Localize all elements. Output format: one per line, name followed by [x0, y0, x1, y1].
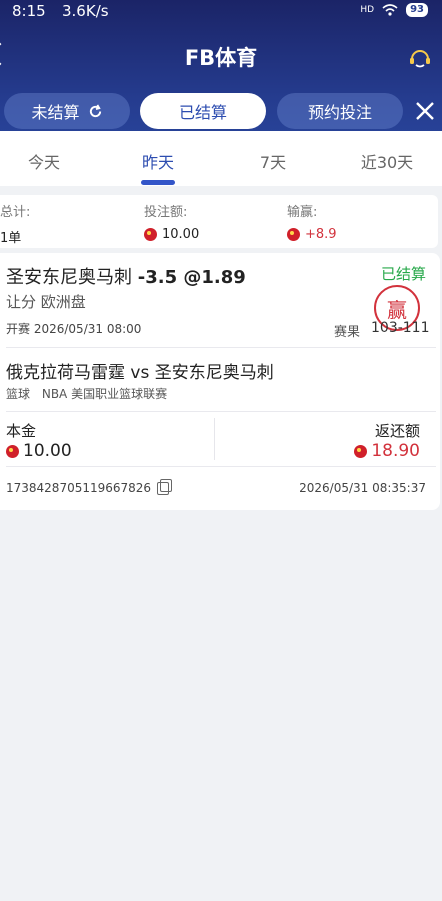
coin-icon: [144, 228, 157, 241]
status-time: 8:15: [12, 2, 46, 20]
active-tab-indicator: [141, 180, 175, 185]
tab-30-days[interactable]: 近30天: [347, 149, 427, 173]
match-score: 103-111: [371, 320, 430, 336]
summary-stake-label: 投注额:: [144, 205, 188, 220]
status-icons: HD 93: [360, 3, 428, 17]
network-speed: 3.6K/s: [62, 2, 109, 20]
divider: [6, 466, 436, 467]
customer-service-icon[interactable]: [408, 46, 432, 70]
tab-unsettled-label: 未结算: [31, 103, 80, 122]
close-icon[interactable]: [414, 100, 436, 122]
divider: [6, 347, 436, 348]
coin-icon: [354, 444, 368, 458]
return-label: 返还额: [374, 422, 420, 440]
return-row: 18.90: [354, 441, 420, 461]
score-label: 赛果: [334, 325, 361, 340]
summary-stake-row: 10.00: [144, 227, 199, 242]
summary-win-value: +8.9: [305, 227, 337, 242]
status-badge: 已结算: [380, 265, 426, 283]
bet-record-card[interactable]: 圣安东尼奥马刺 -3.5 @1.89 已结算 赢 让分 欧洲盘 开赛 2026/…: [0, 253, 440, 510]
tab-settled-label: 已结算: [178, 103, 227, 122]
principal-label: 本金: [6, 422, 37, 440]
summary-stake-value: 10.00: [162, 227, 200, 242]
bet-status-tabs: 未结算 已结算 预约投注: [0, 91, 442, 131]
tab-7-days[interactable]: 7天: [233, 149, 313, 173]
tab-yesterday[interactable]: 昨天: [118, 149, 198, 173]
wifi-icon: [382, 4, 398, 16]
summary-win: 输赢: +8.9: [287, 201, 337, 242]
match-title: 俄克拉荷马雷霆 vs 圣安东尼奥马刺: [6, 363, 274, 383]
match-start: 开赛 2026/05/31 08:00: [6, 320, 141, 337]
win-stamp-text: 赢: [387, 297, 407, 322]
tab-scheduled-label: 预约投注: [307, 103, 372, 122]
summary-stake: 投注额: 10.00: [144, 201, 199, 242]
summary-total-value: 1单: [0, 231, 22, 246]
bet-selection: 圣安东尼奥马刺 -3.5 @1.89: [6, 263, 246, 289]
principal-row: 10.00: [6, 441, 72, 461]
summary-total: 总计: 1单: [0, 201, 30, 246]
coin-icon: [287, 228, 300, 241]
vertical-divider: [214, 418, 215, 460]
settle-time: 2026/05/31 08:35:37: [299, 481, 426, 495]
bet-market: 让分 欧洲盘: [6, 293, 86, 311]
signal-icon: HD: [360, 5, 375, 15]
copy-icon[interactable]: [157, 478, 173, 495]
principal-value: 10.00: [23, 441, 72, 461]
summary-total-label: 总计:: [0, 205, 31, 220]
league-info: 篮球 NBA 美国职业篮球联赛: [6, 385, 167, 402]
tab-today[interactable]: 今天: [4, 149, 84, 173]
match-start-time: 2026/05/31 08:00: [33, 322, 142, 336]
date-filter-tabs: 今天 昨天 7天 近30天: [0, 131, 442, 186]
battery-icon: 93: [406, 3, 428, 17]
divider: [6, 411, 436, 412]
tab-settled[interactable]: 已结算: [140, 93, 266, 129]
sport-name: 篮球: [6, 387, 31, 401]
coin-icon: [6, 444, 19, 458]
tab-scheduled[interactable]: 预约投注: [277, 93, 403, 129]
order-id-row: 1738428705119667826: [6, 478, 173, 495]
order-id: 1738428705119667826: [6, 481, 152, 495]
match-start-label: 开赛: [6, 322, 31, 336]
status-bar: 8:15 3.6K/s HD 93: [0, 0, 442, 24]
bet-line-odds: -3.5 @1.89: [137, 267, 246, 288]
refresh-icon[interactable]: [88, 103, 103, 119]
league-name: NBA 美国职业篮球联赛: [41, 387, 168, 401]
summary-panel: 总计: 1单 投注额: 10.00 输赢: +8.9: [0, 195, 438, 248]
page-title: FB体育: [184, 46, 258, 70]
summary-win-label: 输赢:: [287, 205, 318, 220]
summary-win-row: +8.9: [287, 227, 337, 242]
return-value: 18.90: [371, 441, 420, 461]
bet-selection-team: 圣安东尼奥马刺: [6, 267, 132, 288]
tab-unsettled[interactable]: 未结算: [4, 93, 130, 129]
